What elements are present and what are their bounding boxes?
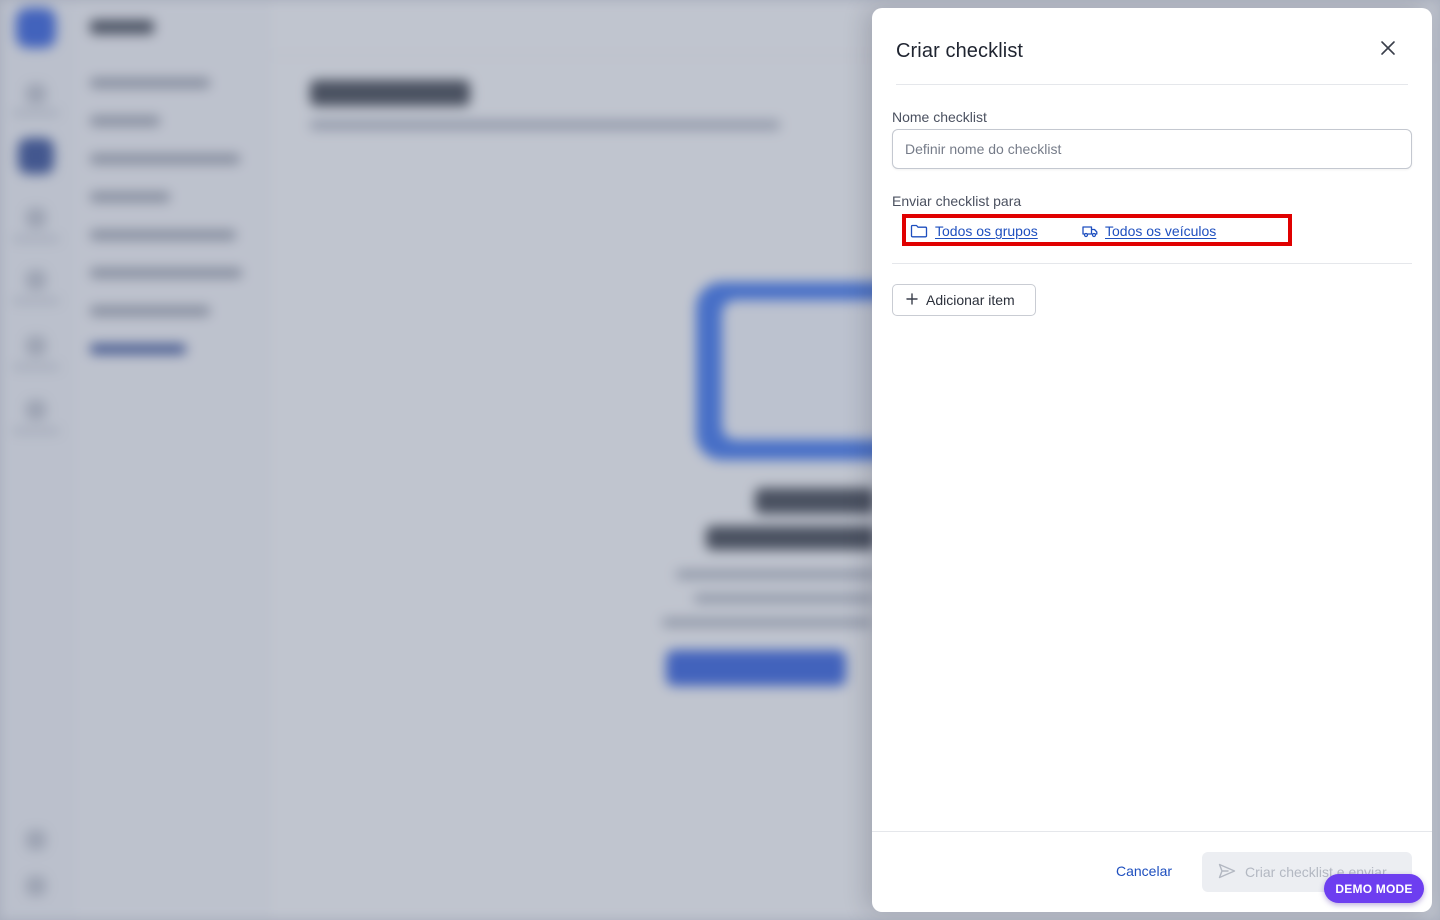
close-icon xyxy=(1380,40,1396,61)
checklist-name-input[interactable] xyxy=(892,129,1412,169)
send-icon xyxy=(1218,863,1236,882)
section-divider xyxy=(892,263,1412,264)
cancel-button[interactable]: Cancelar xyxy=(1116,863,1172,879)
send-to-label: Enviar checklist para xyxy=(892,193,1022,209)
demo-mode-badge[interactable]: DEMO MODE xyxy=(1324,874,1424,903)
add-item-button[interactable]: Adicionar item xyxy=(892,284,1036,316)
close-button[interactable] xyxy=(1376,38,1400,62)
panel-title: Criar checklist xyxy=(896,40,1024,62)
add-item-label: Adicionar item xyxy=(926,292,1015,308)
checklist-name-label: Nome checklist xyxy=(892,109,987,125)
plus-icon xyxy=(906,292,918,308)
panel-header: Criar checklist xyxy=(896,8,1408,85)
all-vehicles-link[interactable]: Todos os veículos xyxy=(1082,223,1216,239)
all-groups-label: Todos os grupos xyxy=(935,223,1038,239)
all-vehicles-label: Todos os veículos xyxy=(1105,223,1217,239)
truck-icon xyxy=(1082,224,1098,238)
create-checklist-panel: Criar checklist Nome checklist Enviar ch… xyxy=(872,8,1432,912)
folder-icon xyxy=(910,224,928,238)
recipients-selection: Todos os grupos Todos os veículos xyxy=(902,214,1292,246)
all-groups-link[interactable]: Todos os grupos xyxy=(910,223,1038,239)
